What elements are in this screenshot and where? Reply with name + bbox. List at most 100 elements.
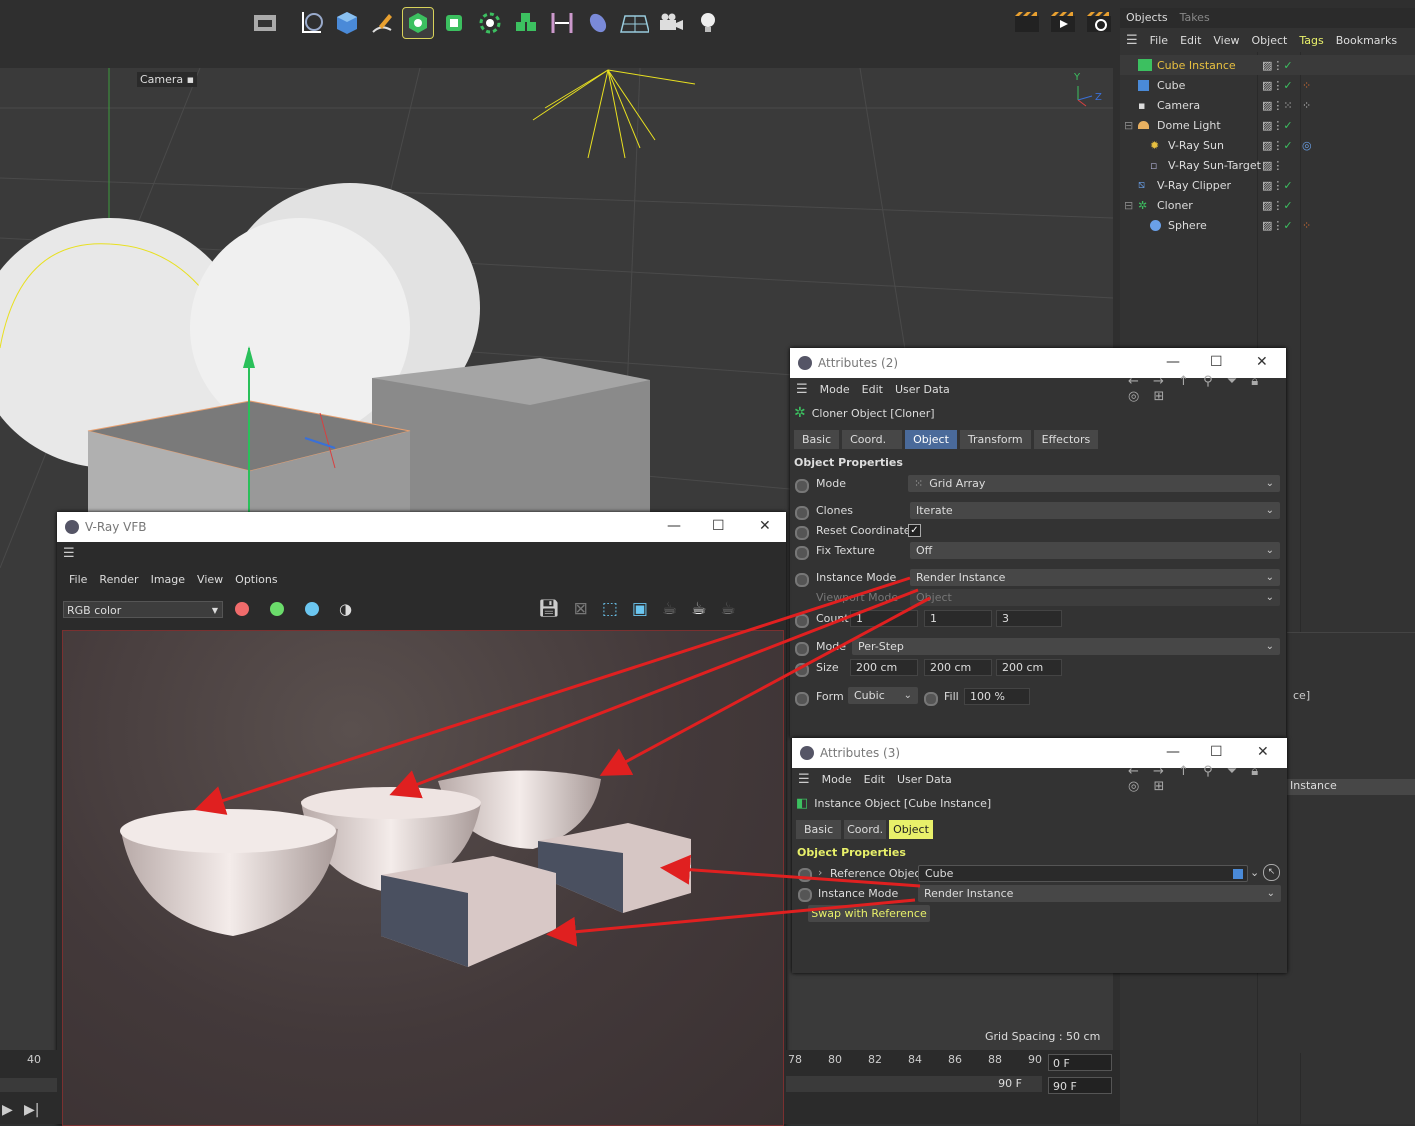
tab-object[interactable]: Object [889,820,933,839]
anim-radio[interactable] [795,642,809,656]
anim-radio[interactable] [795,506,809,520]
menu-user-data[interactable]: User Data [895,383,950,396]
hamburger-icon[interactable]: ☰ [1126,33,1138,48]
next-frame-icon[interactable]: ▶| [24,1102,39,1118]
hamburger-icon[interactable]: ☰ [796,382,808,397]
anim-radio[interactable] [798,868,812,882]
anim-radio[interactable] [795,479,809,493]
interactive-teapot-icon[interactable]: ☕︎ [720,599,735,619]
material-tag-icon[interactable]: ⁘ [1302,79,1311,92]
anim-radio[interactable] [795,692,809,706]
instance-mode-dropdown[interactable]: Render Instance ⌄ [918,885,1281,902]
menu-edit[interactable]: Edit [1180,34,1201,47]
object-row-camera[interactable]: ▪ Camera ▨⋮⁙ ⁘ [1120,95,1415,115]
reference-object-field[interactable]: Cube [918,865,1248,882]
anim-radio[interactable] [795,614,809,628]
object-row-dome-light[interactable]: ⊟ Dome Light ▨⋮✓ [1120,115,1415,135]
anim-radio[interactable] [798,888,812,902]
close-icon[interactable]: ✕ [1257,744,1269,760]
nav-icons[interactable]: ← → ↑ ⚲ ⏷ 🔒︎ ◎ ⊞ [1128,374,1274,404]
count-x-field[interactable]: 1 [850,610,918,627]
maximize-icon[interactable]: ☐ [1210,354,1223,370]
hamburger-icon[interactable]: ☰ [798,772,810,787]
count-z-field[interactable]: 3 [996,610,1062,627]
link-menu-icon[interactable]: ⌄ [1250,866,1259,879]
lpointer-icon[interactable] [297,8,327,38]
target-tag-icon[interactable]: ◎ [1302,139,1312,152]
count-y-field[interactable]: 1 [924,610,992,627]
blue-channel-button[interactable] [305,602,319,616]
render-canvas[interactable] [62,630,784,1126]
end-frame-field[interactable]: 90 F [1048,1077,1112,1094]
range-slider[interactable] [0,1078,57,1092]
menu-options[interactable]: Options [235,573,277,586]
minimize-icon[interactable]: — [1166,744,1180,760]
visibility-toggle[interactable]: ▨⋮✓ [1262,139,1293,152]
object-row-vray-clipper[interactable]: ⧅ V-Ray Clipper ▨⋮✓ [1120,175,1415,195]
frame-icon[interactable]: ▣ [632,599,648,619]
tab-takes[interactable]: Takes [1174,8,1216,28]
size-y-field[interactable]: 200 cm [924,659,992,676]
tab-objects[interactable]: Objects [1120,8,1174,28]
timeline-ruler[interactable]: 78 80 82 84 86 88 90 [786,1050,1048,1070]
tab-coord[interactable]: Coord. [842,430,903,449]
visibility-toggle[interactable]: ▨⋮✓ [1262,199,1293,212]
nav-icons[interactable]: ← → ↑ ⚲ ⏷ 🔒︎ ◎ ⊞ [1128,764,1275,794]
object-row-cube[interactable]: Cube ▨⋮✓ ⁘ [1120,75,1415,95]
visibility-toggle[interactable]: ▨⋮ [1262,159,1283,172]
collapse-icon[interactable]: ⊟ [1124,199,1133,212]
menu-bookmarks[interactable]: Bookmarks [1336,34,1397,47]
object-row-vray-sun[interactable]: ✹ V-Ray Sun ▨⋮✓ ◎ [1120,135,1415,155]
material-tag-icon[interactable]: ⁘ [1302,219,1311,232]
close-icon[interactable]: ✕ [759,518,771,534]
mode-dropdown[interactable]: ⁙ Grid Array ⌄ [908,475,1280,492]
visibility-toggle[interactable]: ▨⋮✓ [1262,79,1293,92]
teapot-icon[interactable]: ☕︎ [662,599,677,619]
subdivision-icon[interactable] [439,8,469,38]
fix-texture-dropdown[interactable]: Off ⌄ [910,542,1280,559]
visibility-toggle[interactable]: ▨⋮✓ [1262,179,1293,192]
menu-mode[interactable]: Mode [820,383,850,396]
tab-coord[interactable]: Coord. [844,820,887,839]
tab-basic[interactable]: Basic [796,820,842,839]
minimize-icon[interactable]: — [667,518,681,534]
object-row-vray-sun-target[interactable]: ▫ V-Ray Sun-Target ▨⋮ [1120,155,1415,175]
expand-icon[interactable]: › [818,866,822,879]
camera-icon[interactable] [656,8,686,38]
light-icon[interactable] [693,8,723,38]
collapse-icon[interactable]: ⊟ [1124,119,1133,132]
camera-tag-icon[interactable]: ⁘ [1302,99,1311,112]
close-icon[interactable]: ✕ [1256,354,1268,370]
anim-radio[interactable] [795,526,809,540]
field-icon[interactable] [583,8,613,38]
reset-coordinates-checkbox[interactable]: ✓ [908,524,921,537]
size-x-field[interactable]: 200 cm [850,659,918,676]
current-frame-field[interactable]: 0 F [1048,1054,1112,1071]
render-settings-icon[interactable] [1084,8,1114,38]
range-slider[interactable]: 90 F [786,1076,1042,1092]
render-view-icon[interactable] [1012,8,1042,38]
menu-image[interactable]: Image [151,573,185,586]
maximize-icon[interactable]: ☐ [1210,744,1223,760]
channel-select[interactable]: RGB color ▼ [63,601,223,618]
object-row-cloner[interactable]: ⊟ ✲ Cloner ▨⋮✓ [1120,195,1415,215]
floor-icon[interactable] [619,8,649,38]
pen-icon[interactable] [367,8,397,38]
size-z-field[interactable]: 200 cm [996,659,1062,676]
red-channel-button[interactable] [235,602,249,616]
visibility-toggle[interactable]: ▨⋮✓ [1262,119,1293,132]
anim-radio[interactable] [924,692,938,706]
mode2-dropdown[interactable]: Per-Step ⌄ [852,638,1280,655]
hamburger-icon[interactable]: ☰ [63,546,75,561]
region-icon[interactable]: ⬚ [602,599,618,619]
tab-transform[interactable]: Transform [959,430,1031,449]
object-row-cube-instance[interactable]: Cube Instance ▨⋮✓ [1120,55,1415,75]
menu-object[interactable]: Object [1252,34,1288,47]
tab-effectors[interactable]: Effectors [1033,430,1099,449]
anim-radio[interactable] [795,546,809,560]
menu-file[interactable]: File [1150,34,1168,47]
object-row-sphere[interactable]: Sphere ▨⋮✓ ⁘ [1120,215,1415,235]
clear-icon[interactable]: ⊠ [574,599,588,619]
form-dropdown[interactable]: Cubic ⌄ [848,687,918,704]
save-icon[interactable]: 💾︎ [538,599,560,619]
